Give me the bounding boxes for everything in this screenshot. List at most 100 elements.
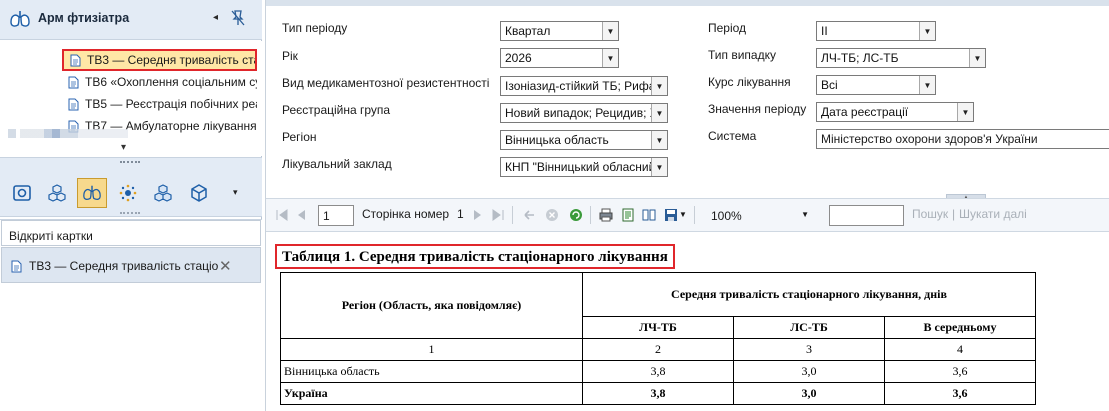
course-select[interactable]: Всі ▼ [816, 75, 936, 95]
blurred-tree-item [8, 129, 128, 138]
lungs-icon [83, 185, 101, 200]
page-count: 1 [457, 207, 464, 221]
search-button[interactable]: Пошук [912, 207, 948, 221]
case-type-select[interactable]: ЛЧ-ТБ; ЛС-ТБ ▼ [816, 48, 986, 68]
table-cell: 3,6 [884, 360, 1036, 383]
report-viewer-toolbar: 1 Сторінка номер 1 ▼ 100% ▼ Пошук | Шукат… [266, 198, 1109, 232]
document-icon [70, 54, 81, 66]
search-input[interactable] [829, 205, 904, 226]
more-modules-icon[interactable]: ▾ [233, 187, 238, 198]
period-value-select[interactable]: Дата реєстрації ▼ [816, 102, 974, 122]
stop-icon[interactable] [544, 207, 560, 223]
zoom-select[interactable]: 100% ▼ [706, 205, 814, 226]
table-header-row: Регіон (Область, яка повідомляє) Середня… [280, 272, 1036, 339]
region-label: Регіон [282, 130, 317, 144]
table-cell: 3,8 [582, 360, 734, 383]
back-icon[interactable] [521, 207, 537, 223]
page-number-label: Сторінка номер [362, 207, 450, 221]
close-icon[interactable]: ✕ [219, 257, 232, 275]
column-header-duration: Середня тривалість стаціонарного лікуван… [582, 272, 1036, 317]
module-button-gear[interactable] [113, 178, 143, 208]
table-cell: 3,0 [733, 382, 885, 405]
resistance-select[interactable]: Ізоніазид-стійкий ТБ; Рифампіцин-стійкий… [500, 76, 668, 96]
cubes-alt-icon [154, 184, 172, 202]
chevron-down-icon: ▼ [651, 77, 667, 95]
first-page-icon[interactable] [274, 207, 290, 223]
tree-item-label: ТВ5 — Реєстрація побічних реакцій [85, 97, 257, 111]
chevron-down-icon: ▼ [651, 158, 667, 176]
facility-label: Лікувальний заклад [282, 157, 392, 171]
splitter-grip[interactable] [120, 161, 140, 164]
toolbar-separator [512, 206, 513, 224]
module-switcher: ▾ [0, 157, 262, 217]
collapse-pane-icon[interactable]: ◂ [213, 12, 218, 23]
open-card-label: ТВ3 — Середня тривалість стаціо [29, 259, 219, 273]
page-setup-icon[interactable] [641, 207, 657, 223]
table-cell: 4 [884, 338, 1036, 361]
report-title: Таблиця 1. Середня тривалість стаціонарн… [275, 244, 675, 269]
column-header-ls-tb: ЛС-ТБ [733, 316, 885, 339]
cubes-icon [48, 184, 66, 202]
search-next-button[interactable]: Шукати далі [959, 207, 1027, 221]
year-label: Рік [282, 49, 298, 63]
open-card-item[interactable]: ТВ3 — Середня тривалість стаціо ✕ [1, 247, 261, 283]
toolbar-separator [694, 206, 695, 224]
cube-icon [191, 184, 207, 202]
splitter-grip[interactable] [120, 212, 140, 214]
module-button-cube[interactable] [184, 178, 214, 208]
print-icon[interactable] [598, 207, 614, 223]
export-dropdown-icon[interactable]: ▼ [679, 210, 687, 219]
system-label: Система [708, 129, 757, 143]
period-type-label: Тип періоду [282, 21, 348, 35]
tree-scroll-down-icon[interactable]: ▾ [121, 142, 126, 153]
module-button-camera[interactable] [7, 178, 37, 208]
report-table: Регіон (Область, яка повідомляє) Середня… [280, 272, 1036, 405]
facility-select[interactable]: КНП "Вінницький обласний протитуберкульо… [500, 157, 668, 177]
period-select[interactable]: ІІ ▼ [816, 21, 936, 41]
document-icon [68, 76, 79, 88]
save-icon[interactable] [663, 207, 679, 223]
print-layout-icon[interactable] [620, 207, 636, 223]
period-value-label: Значення періоду [708, 102, 807, 116]
last-page-icon[interactable] [490, 207, 506, 223]
camera-box-icon [13, 185, 31, 201]
year-select[interactable]: 2026 ▼ [500, 48, 619, 68]
region-select[interactable]: Вінницька область ▼ [500, 130, 668, 150]
refresh-icon[interactable] [568, 207, 584, 223]
document-icon [68, 98, 79, 110]
pin-icon[interactable] [230, 9, 246, 27]
tree-item-label: ТВ3 — Середня тривалість стаціонарного л… [87, 53, 255, 67]
previous-page-icon[interactable] [293, 207, 309, 223]
document-icon [11, 260, 22, 273]
case-type-label: Тип випадку [708, 48, 776, 62]
app-title: Арм фтизіатра [38, 11, 130, 25]
table-row: Вінницька область 3,8 3,0 3,6 [280, 360, 1036, 383]
chevron-down-icon: ▼ [919, 22, 935, 40]
table-cell: 3,6 [884, 382, 1036, 405]
chevron-down-icon: ▼ [801, 210, 809, 219]
toolbar-separator: | [952, 207, 956, 221]
table-index-row: 1 2 3 4 [280, 338, 1036, 361]
tree-item-tb3[interactable]: ТВ3 — Середня тривалість стаціонарного л… [62, 49, 257, 71]
chevron-down-icon: ▼ [919, 76, 935, 94]
tree-item-tb6[interactable]: ТВ6 «Охоплення соціальним супроводом» [62, 71, 257, 93]
chevron-down-icon: ▼ [969, 49, 985, 67]
course-label: Курс лікування [708, 75, 791, 89]
module-button-cubes-alt[interactable] [148, 178, 178, 208]
system-field[interactable]: Міністерство охорони здоров'я України [816, 129, 1109, 149]
next-page-icon[interactable] [470, 207, 486, 223]
page-number-input[interactable]: 1 [318, 205, 354, 226]
column-header-region: Регіон (Область, яка повідомляє) [280, 272, 583, 339]
tree-item-tb5[interactable]: ТВ5 — Реєстрація побічних реакцій [62, 93, 257, 115]
open-cards-panel: Відкриті картки ТВ3 — Середня тривалість… [0, 219, 262, 411]
module-button-lungs[interactable] [77, 178, 107, 208]
table-cell-region: Вінницька область [280, 360, 583, 383]
reg-group-select[interactable]: Новий випадок; Рецидив; Хронічний випадо… [500, 103, 668, 123]
module-button-cubes[interactable] [42, 178, 72, 208]
gear-dots-icon [119, 184, 137, 202]
table-cell-region: Україна [280, 382, 583, 405]
toolbar-separator [590, 206, 591, 224]
table-cell: 3,0 [733, 360, 885, 383]
chevron-down-icon: ▼ [602, 49, 618, 67]
period-type-select[interactable]: Квартал ▼ [500, 21, 619, 41]
